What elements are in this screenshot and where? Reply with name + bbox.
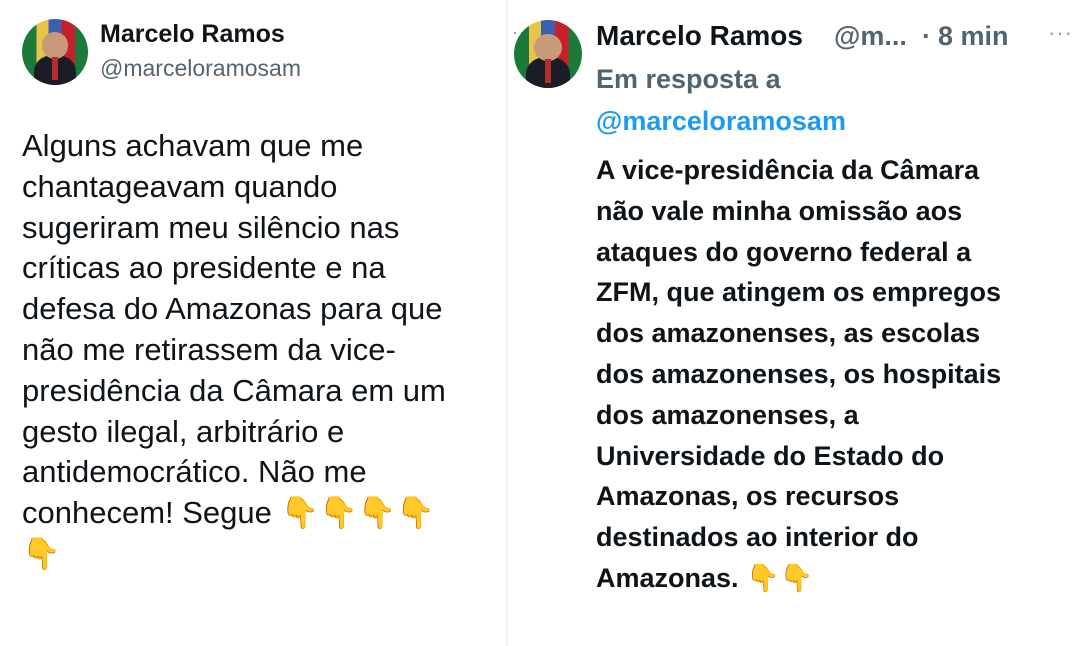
left-author-name[interactable]: Marcelo Ramos [100,20,285,49]
reply-to-link[interactable]: @marceloramosam [596,106,846,137]
right-author-name[interactable]: Marcelo Ramos [596,20,803,52]
more-options-icon[interactable]: ··· [1048,20,1073,46]
right-separator: · [922,21,931,51]
left-avatar[interactable] [22,19,88,85]
reply-label: Em resposta a [596,64,781,94]
avatar-face [41,32,69,59]
left-tweet[interactable]: Marcelo Ramos @marceloramosam Alguns ach… [0,0,512,646]
avatar-tie [545,59,551,84]
right-avatar[interactable] [514,20,582,88]
right-tweet-text: A vice-presidência da Câmara não vale mi… [596,155,1002,593]
avatar-face [534,33,562,61]
right-tweet[interactable]: ·· Marcelo Ramos @m... · 8 min ··· Em re… [506,0,1080,646]
left-tweet-text: Alguns achavam que me chantageavam quand… [22,128,446,571]
left-author-handle[interactable]: @marceloramosam [100,55,301,82]
right-timestamp[interactable]: 8 min [938,21,1009,52]
avatar-tie [52,57,58,81]
right-author-handle[interactable]: @m... [834,21,907,52]
